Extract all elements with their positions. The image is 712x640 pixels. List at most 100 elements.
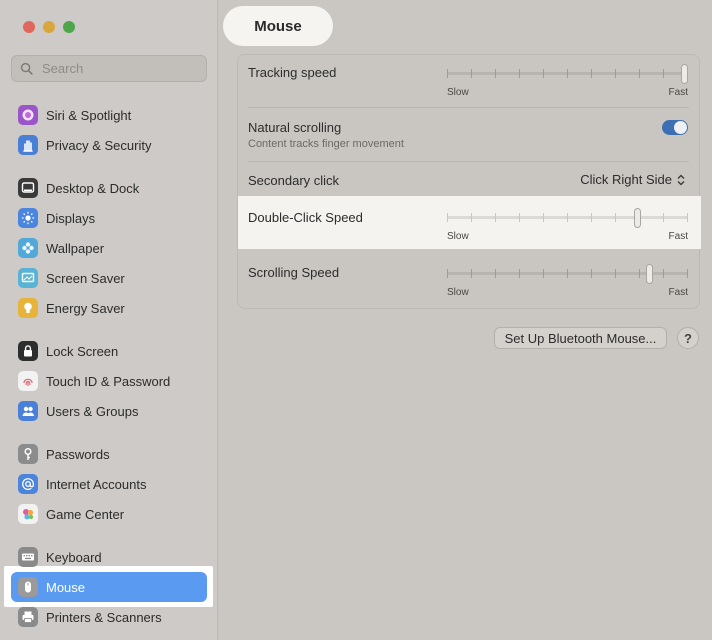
page-title: Mouse <box>223 6 333 46</box>
sidebar-item-label: Game Center <box>46 506 125 522</box>
slider-knob[interactable] <box>681 64 688 84</box>
sidebar-item-label: Keyboard <box>46 549 102 565</box>
slider-tick <box>639 69 640 78</box>
slider-knob[interactable] <box>646 264 653 284</box>
double-click-speed-label: Double-Click Speed <box>248 210 363 225</box>
game-center-icon <box>18 504 38 524</box>
sidebar-item-label: Internet Accounts <box>46 476 147 492</box>
zoom-window-button[interactable] <box>63 21 75 33</box>
slider-tick <box>519 269 520 278</box>
sidebar-item-label: Users & Groups <box>46 403 139 419</box>
slider-tick <box>447 269 448 278</box>
slider-tick <box>567 69 568 78</box>
slider-tick <box>567 213 568 222</box>
slider-tick <box>639 269 640 278</box>
double-click-speed-slider[interactable]: Slow Fast <box>447 208 688 242</box>
tracking-speed-slider[interactable]: Slow Fast <box>447 64 688 98</box>
sidebar-item-label: Printers & Scanners <box>46 609 162 625</box>
slider-fast-label: Fast <box>668 87 688 98</box>
slider-slow-label: Slow <box>447 87 469 98</box>
sidebar-item-printers-scanners[interactable]: Printers & Scanners <box>11 602 207 632</box>
slider-tick <box>567 269 568 278</box>
sidebar-item-game-center[interactable]: Game Center <box>11 499 207 529</box>
help-button[interactable]: ? <box>677 327 699 349</box>
sidebar-item-siri-spotlight[interactable]: Siri & Spotlight <box>11 100 207 130</box>
sidebar-item-energy-saver[interactable]: Energy Saver <box>11 293 207 323</box>
divider <box>248 107 689 108</box>
slider-tick <box>663 69 664 78</box>
slider-tick <box>471 69 472 78</box>
sidebar-item-wallpaper[interactable]: Wallpaper <box>11 233 207 263</box>
slider-tick <box>543 269 544 278</box>
minimize-window-button[interactable] <box>43 21 55 33</box>
lightbulb-icon <box>18 298 38 318</box>
slider-tick <box>543 213 544 222</box>
natural-scrolling-label: Natural scrolling <box>248 120 342 135</box>
secondary-click-value: Click Right Side <box>580 172 672 187</box>
sidebar-item-label: Lock Screen <box>46 343 119 359</box>
sidebar-item-passwords[interactable]: Passwords <box>11 439 207 469</box>
slider-tick <box>471 269 472 278</box>
sidebar-item-desktop-dock[interactable]: Desktop & Dock <box>11 173 207 203</box>
toggle-knob <box>674 121 687 134</box>
slider-tick <box>615 69 616 78</box>
secondary-click-popup[interactable]: Click Right Side <box>580 172 685 187</box>
lock-icon <box>18 341 38 361</box>
close-window-button[interactable] <box>23 21 35 33</box>
double-click-speed-row: Double-Click Speed Slow Fast <box>238 196 701 249</box>
sidebar-item-keyboard[interactable]: Keyboard <box>11 542 207 572</box>
search-input[interactable] <box>40 60 194 77</box>
slider-fast-label: Fast <box>668 231 688 242</box>
slider-tick <box>663 213 664 222</box>
scrolling-speed-slider[interactable]: Slow Fast <box>447 264 688 298</box>
slider-tick <box>495 69 496 78</box>
users-icon <box>18 401 38 421</box>
sidebar-item-mouse[interactable]: Mouse <box>11 572 207 602</box>
slider-knob[interactable] <box>634 208 641 228</box>
sidebar-item-label: Displays <box>46 210 96 226</box>
sidebar-item-displays[interactable]: Displays <box>11 203 207 233</box>
sidebar-item-screen-saver[interactable]: Screen Saver <box>11 263 207 293</box>
sidebar-item-label: Desktop & Dock <box>46 180 140 196</box>
mouse-icon <box>18 577 38 597</box>
tracking-speed-label: Tracking speed <box>248 65 337 80</box>
slider-tick <box>663 269 664 278</box>
divider <box>248 161 689 162</box>
slider-slow-label: Slow <box>447 287 469 298</box>
sidebar-item-users-groups[interactable]: Users & Groups <box>11 396 207 426</box>
dock-icon <box>18 178 38 198</box>
sidebar-item-privacy-security[interactable]: Privacy & Security <box>11 130 207 160</box>
sidebar-item-label: Siri & Spotlight <box>46 107 132 123</box>
slider-tick <box>519 213 520 222</box>
slider-tick <box>447 213 448 222</box>
sidebar-item-label: Wallpaper <box>46 240 105 256</box>
sidebar-item-lock-screen[interactable]: Lock Screen <box>11 336 207 366</box>
sun-icon <box>18 208 38 228</box>
sidebar-item-touch-id-password[interactable]: Touch ID & Password <box>11 366 207 396</box>
slider-tick <box>495 269 496 278</box>
secondary-click-label: Secondary click <box>248 173 340 188</box>
at-icon <box>18 474 38 494</box>
sidebar-item-internet-accounts[interactable]: Internet Accounts <box>11 469 207 499</box>
slider-tick <box>687 213 688 222</box>
flower-icon <box>18 238 38 258</box>
slider-tick <box>591 213 592 222</box>
slider-tick <box>591 269 592 278</box>
sidebar-item-label: Screen Saver <box>46 270 125 286</box>
printer-icon <box>18 607 38 627</box>
slider-tick <box>471 213 472 222</box>
sidebar-item-label: Privacy & Security <box>46 137 152 153</box>
slider-fast-label: Fast <box>668 287 688 298</box>
sidebar-item-label: Passwords <box>46 446 110 462</box>
scrolling-speed-label: Scrolling Speed <box>248 265 340 280</box>
sidebar: Siri & Spotlight Privacy & Security Deskto… <box>0 0 218 640</box>
screen-saver-icon <box>18 268 38 288</box>
slider-slow-label: Slow <box>447 231 469 242</box>
slider-tick <box>591 69 592 78</box>
setup-bluetooth-mouse-button[interactable]: Set Up Bluetooth Mouse... <box>494 327 667 349</box>
slider-tick <box>495 213 496 222</box>
key-icon <box>18 444 38 464</box>
search-field[interactable] <box>11 55 207 82</box>
natural-scrolling-toggle[interactable] <box>662 120 688 135</box>
slider-tick <box>447 69 448 78</box>
